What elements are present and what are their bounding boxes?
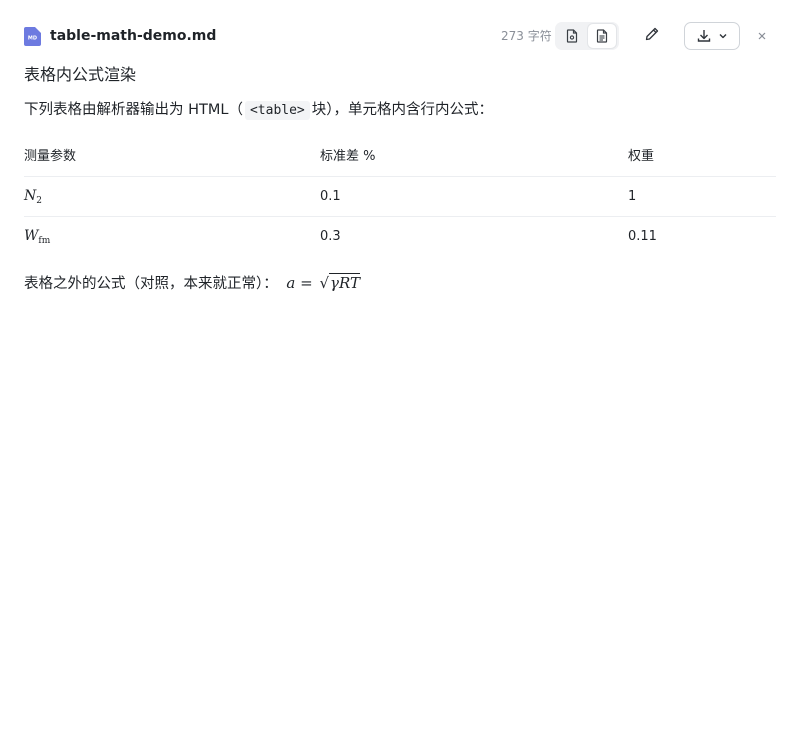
intro-paragraph: 下列表格由解析器输出为 HTML（ <table> 块），单元格内含行内公式：: [24, 99, 493, 122]
view-mode-toggle: [555, 22, 619, 50]
source-view-button[interactable]: [558, 24, 586, 48]
pencil-icon: [645, 27, 659, 41]
param-subscript: fm: [38, 236, 51, 246]
close-icon: [758, 32, 766, 40]
param-formula: N2: [24, 177, 42, 216]
document-preview-icon: [596, 29, 608, 43]
file-name: table-math-demo.md: [50, 28, 217, 44]
char-count: 273 字符: [501, 29, 552, 43]
table-row: N2 0.1 1: [24, 177, 776, 217]
chevron-down-icon: [719, 34, 727, 39]
std-value: 0.1: [320, 189, 341, 204]
param-formula: Wfm: [24, 217, 50, 256]
table-row: Wfm 0.3 0.11: [24, 217, 776, 256]
std-value: 0.3: [320, 229, 341, 244]
weight-value: 0.11: [628, 229, 657, 244]
viewer-header: MD table-math-demo.md 273 字符: [0, 0, 800, 70]
inline-code: <table>: [244, 101, 310, 120]
square-root: √γRT: [319, 273, 361, 292]
preview-view-button[interactable]: [588, 24, 616, 48]
download-icon: [697, 30, 711, 42]
intro-text-after: 块），单元格内含行内公式：: [311, 102, 494, 118]
file-badge-text: MD: [28, 36, 37, 42]
param-subscript: 2: [36, 196, 42, 206]
header-param: 测量参数: [24, 149, 77, 164]
formula-equals: =: [300, 274, 313, 292]
formula-radicand: γRT: [329, 273, 361, 292]
param-symbol: N: [24, 188, 37, 204]
close-button[interactable]: [752, 26, 772, 46]
formula-lhs: a: [286, 274, 296, 292]
source-file-icon: [566, 29, 578, 43]
markdown-viewer-window: MD table-math-demo.md 273 字符 表格内公式渲染 下列表…: [0, 0, 800, 756]
table-header-row: 测量参数 标准差 % 权重: [24, 137, 776, 177]
display-formula: a = √γRT: [286, 273, 361, 292]
markdown-file-icon: MD: [24, 27, 41, 46]
document-heading: 表格内公式渲染: [24, 65, 137, 84]
parameter-table: 测量参数 标准差 % 权重 N2 0.1 1 Wfm 0.3 0.11: [24, 137, 776, 256]
outside-formula-paragraph: 表格之外的公式（对照，本来就正常）： a = √γRT: [24, 272, 361, 295]
download-menu-button[interactable]: [684, 22, 740, 50]
outside-text: 表格之外的公式（对照，本来就正常）：: [24, 276, 278, 292]
intro-text-before: 下列表格由解析器输出为 HTML（: [24, 102, 243, 118]
weight-value: 1: [628, 189, 637, 204]
param-symbol: W: [24, 228, 39, 244]
header-weight: 权重: [628, 149, 655, 164]
edit-button[interactable]: [638, 21, 666, 47]
header-std: 标准差 %: [320, 149, 376, 164]
